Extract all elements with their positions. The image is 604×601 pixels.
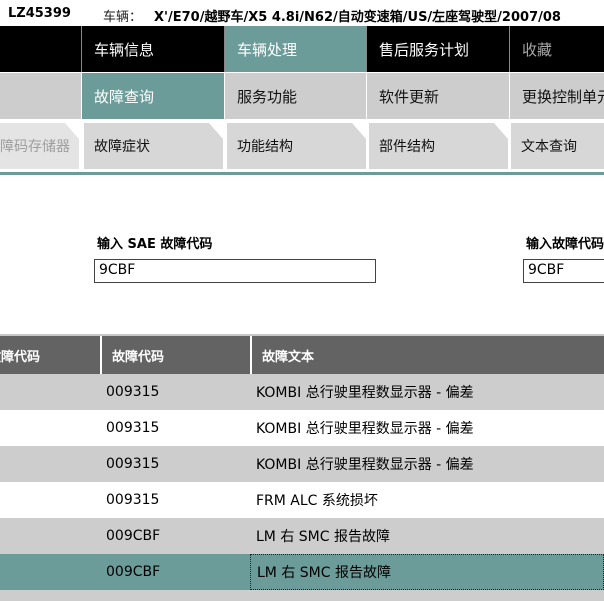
main-nav-label: 收藏: [522, 40, 553, 59]
tab-label: 故障症状: [94, 139, 150, 155]
sae-code-input[interactable]: 9CBF: [94, 259, 376, 283]
sub-nav-label: 更换控制单元: [522, 87, 604, 106]
main-nav: 车辆信息 车辆处理 售后服务计划 收藏: [0, 26, 604, 72]
sae-code-label: 输入 SAE 故障代码: [97, 237, 213, 252]
fault-code-input[interactable]: 9CBF: [523, 259, 604, 283]
sub-nav-item-empty[interactable]: [0, 73, 81, 119]
vehicle-id: LZ45399: [8, 6, 71, 21]
cell-text: LM 右 SMC 报告故障: [250, 554, 604, 590]
table-row[interactable]: 009315 KOMBI 总行驶里程数显示器 - 偏差: [0, 410, 604, 446]
tab-fault-symptoms[interactable]: 故障症状: [84, 123, 223, 169]
table-row-partial[interactable]: [0, 590, 604, 601]
tab-row: 故障码存储器 故障症状 功能结构 部件结构 文本查询: [0, 120, 604, 172]
table-row-selected[interactable]: 009CBF LM 右 SMC 报告故障: [0, 554, 604, 590]
column-header-fault-code[interactable]: 故障代码: [0, 336, 100, 374]
cell-text: KOMBI 总行驶里程数显示器 - 偏差: [256, 421, 474, 437]
table-row[interactable]: 009315 FRM ALC 系统损坏: [0, 482, 604, 518]
tab-fault-memory[interactable]: 故障码存储器: [0, 123, 79, 169]
table-header: 故障代码 故障代码 故障文本: [0, 336, 604, 374]
tab-function-structure[interactable]: 功能结构: [227, 123, 366, 169]
cell-text: KOMBI 总行驶里程数显示器 - 偏差: [256, 457, 474, 473]
tab-text-search[interactable]: 文本查询: [511, 123, 604, 169]
sub-nav-replace-ecu[interactable]: 更换控制单元: [509, 73, 604, 119]
main-nav-service-plan[interactable]: 售后服务计划: [366, 26, 509, 72]
column-header-fault-text[interactable]: 故障文本: [250, 336, 604, 374]
main-nav-item-empty[interactable]: [0, 26, 81, 72]
vehicle-label: 车辆：: [103, 10, 143, 25]
sub-nav-label: 软件更新: [379, 87, 440, 106]
table-row[interactable]: 009315 KOMBI 总行驶里程数显示器 - 偏差: [0, 446, 604, 482]
sub-nav-service-functions[interactable]: 服务功能: [224, 73, 366, 119]
table-row[interactable]: 009CBF LM 右 SMC 报告故障: [0, 518, 604, 554]
tab-label: 功能结构: [237, 139, 293, 155]
main-nav-label: 车辆处理: [237, 40, 298, 59]
cell-code: 009315: [106, 492, 160, 508]
column-header-fault-code-2[interactable]: 故障代码: [100, 336, 250, 374]
tab-underline: [0, 172, 604, 175]
fault-code-label: 输入故障代码: [526, 237, 604, 252]
main-nav-favorites[interactable]: 收藏: [509, 26, 604, 72]
sub-nav-software-update[interactable]: 软件更新: [366, 73, 509, 119]
main-nav-vehicle-info[interactable]: 车辆信息: [81, 26, 224, 72]
tab-label: 故障码存储器: [0, 139, 70, 155]
cell-code: 009CBF: [106, 564, 161, 580]
cell-code: 009CBF: [106, 528, 161, 544]
cell-code: 009315: [106, 384, 160, 400]
tab-label: 部件结构: [379, 139, 435, 155]
main-nav-vehicle-processing[interactable]: 车辆处理: [224, 26, 366, 72]
table-row[interactable]: 009315 KOMBI 总行驶里程数显示器 - 偏差: [0, 374, 604, 410]
vehicle-header: LZ45399 车辆： X'/E70/越野车/X5 4.8i/N62/自动变速箱…: [0, 0, 604, 26]
cell-text: FRM ALC 系统损坏: [256, 493, 378, 509]
sub-nav-label: 故障查询: [94, 87, 155, 106]
vehicle-description: X'/E70/越野车/X5 4.8i/N62/自动变速箱/US/左座驾驶型/20…: [154, 10, 561, 25]
sub-nav: 故障查询 服务功能 软件更新 更换控制单元: [0, 73, 604, 119]
tab-label: 文本查询: [521, 139, 577, 155]
sub-nav-fault-query[interactable]: 故障查询: [81, 73, 224, 119]
sub-nav-label: 服务功能: [237, 87, 298, 106]
cell-text: KOMBI 总行驶里程数显示器 - 偏差: [256, 385, 474, 401]
cell-code: 009315: [106, 420, 160, 436]
main-nav-label: 售后服务计划: [379, 40, 470, 59]
cell-code: 009315: [106, 456, 160, 472]
tab-component-structure[interactable]: 部件结构: [369, 123, 508, 169]
main-nav-label: 车辆信息: [94, 40, 155, 59]
cell-text: LM 右 SMC 报告故障: [256, 529, 390, 545]
